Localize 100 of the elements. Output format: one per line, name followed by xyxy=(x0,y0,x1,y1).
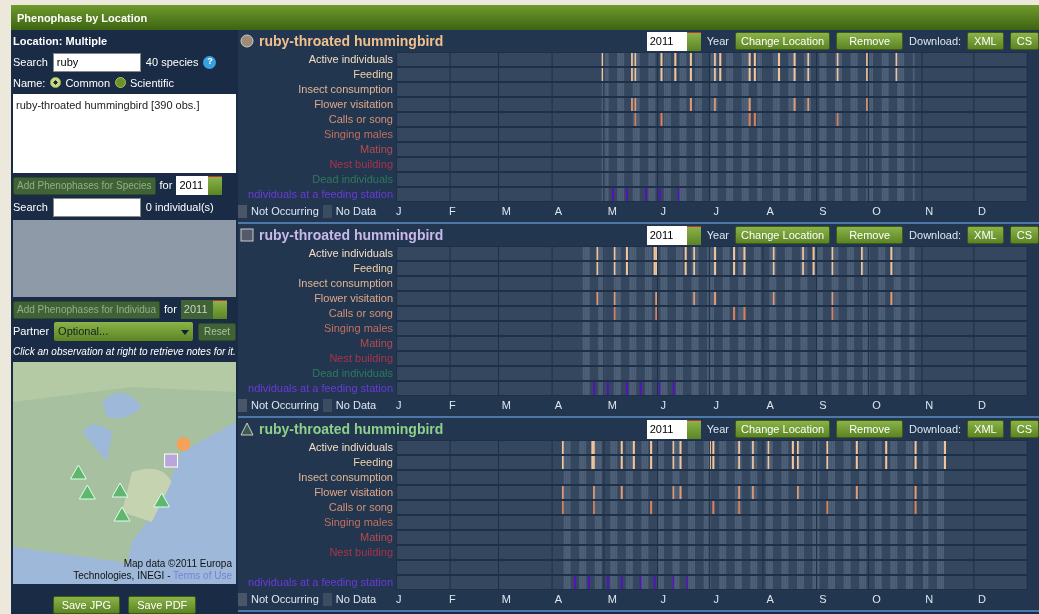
month-label: M xyxy=(501,204,511,217)
phenophase-label: Feeding xyxy=(353,262,393,274)
hint-text: Click an observation at right to retrieve notes for it. xyxy=(13,345,236,359)
search-field[interactable]: ruby xyxy=(52,52,141,72)
download-button[interactable]: CS xyxy=(1009,420,1039,438)
month-label: F xyxy=(448,204,456,217)
not-occurring-swatch xyxy=(238,592,247,606)
search-label: Search xyxy=(13,54,48,70)
not-occurring-swatch xyxy=(238,204,247,218)
species-title: ruby-throated hummingbird xyxy=(259,31,444,51)
list-item[interactable]: ruby-throated hummingbird [390 obs.] xyxy=(16,97,233,114)
year-label: Year xyxy=(706,227,729,243)
species-count: 40 species xyxy=(145,54,199,70)
year-label: Year xyxy=(706,33,729,49)
map-attribution: Map data ©2011 Europa xyxy=(122,558,232,570)
month-label: M xyxy=(501,398,511,411)
month-label: N xyxy=(925,592,934,605)
no-data-label: No Data xyxy=(335,203,377,219)
change-location-button[interactable]: Change Location xyxy=(734,226,831,244)
phenophase-label: Active individuals xyxy=(308,441,393,453)
phenophase-label: Calls or song xyxy=(328,501,393,513)
for-label: for xyxy=(159,178,173,194)
no-data-swatch xyxy=(322,592,332,606)
month-label: J xyxy=(396,398,402,411)
phenophase-label: ndividuals at a feeding station xyxy=(248,188,393,200)
month-label: O xyxy=(872,204,881,217)
not-occurring-label: Not Occurring xyxy=(251,397,319,413)
phenophase-label: Singing males xyxy=(323,322,393,334)
phenophase-label: Nest building xyxy=(329,352,393,364)
remove-button[interactable]: Remove xyxy=(836,226,904,244)
month-label: J xyxy=(713,204,719,217)
help-icon[interactable]: ? xyxy=(203,55,217,69)
phenophase-label: Nest building xyxy=(329,158,393,170)
phenophase-label: Feeding xyxy=(353,456,393,468)
no-data-swatch xyxy=(322,204,332,218)
circle-marker-icon xyxy=(240,34,254,48)
phenophase-label: Mating xyxy=(359,337,393,349)
month-label: J xyxy=(660,398,667,411)
square-marker-icon xyxy=(240,228,254,242)
month-label: A xyxy=(766,592,774,605)
month-label: M xyxy=(607,204,617,217)
month-label: J xyxy=(713,398,719,411)
month-label: F xyxy=(448,592,456,605)
location-label: Location: Multiple xyxy=(13,34,109,49)
search-field[interactable] xyxy=(52,198,141,217)
month-label: D xyxy=(978,592,987,605)
save-button[interactable]: Save PDF xyxy=(128,596,197,614)
name-label: Name: xyxy=(13,75,46,91)
change-location-button[interactable]: Change Location xyxy=(734,420,831,438)
phenophase-label: Feeding xyxy=(353,68,393,80)
species-list[interactable]: ruby-throated hummingbird [390 obs.] xyxy=(13,94,236,173)
change-location-button[interactable]: Change Location xyxy=(734,32,831,50)
window-title: Phenophase by Location xyxy=(11,5,1039,30)
month-label: M xyxy=(607,398,617,411)
download-button[interactable]: XML xyxy=(967,226,1004,244)
partner-select[interactable]: Optional... xyxy=(54,322,193,341)
individual-count: 0 individual(s) xyxy=(145,200,214,216)
not-occurring-label: Not Occurring xyxy=(251,203,319,219)
phenophase-label: ndividuals at a feeding station xyxy=(248,576,393,588)
phenophase-label: Singing males xyxy=(323,516,393,528)
for-label: for xyxy=(164,302,177,318)
phenophase-label: Mating xyxy=(359,143,393,155)
month-label: A xyxy=(554,592,563,605)
month-label: S xyxy=(819,592,827,605)
year-label: Year xyxy=(706,421,729,437)
no-data-swatch xyxy=(322,398,332,412)
phenophase-label: Dead individuals xyxy=(312,367,393,379)
phenophase-label: Mating xyxy=(359,531,393,543)
phenophase-label: Dead individuals xyxy=(312,173,393,185)
name-radio[interactable]: Scientific xyxy=(115,74,175,91)
phenophase-label: Insect consumption xyxy=(298,471,393,483)
remove-button[interactable]: Remove xyxy=(836,420,904,438)
download-label: Download: xyxy=(909,421,962,437)
month-label: D xyxy=(978,398,987,411)
partner-label: Partner xyxy=(13,324,50,340)
save-button[interactable]: Save JPG xyxy=(52,596,121,614)
name-radio[interactable]: Common xyxy=(50,74,111,91)
download-button[interactable]: XML xyxy=(967,32,1004,50)
month-label: S xyxy=(819,204,827,217)
month-label: J xyxy=(396,204,402,217)
phenophase-label: Nest building xyxy=(329,546,393,558)
species-title: ruby-throated hummingbird xyxy=(259,419,444,439)
species-title: ruby-throated hummingbird xyxy=(259,225,444,245)
month-label: A xyxy=(554,398,563,411)
map-attribution: Technologies, INEGI - xyxy=(73,570,172,581)
phenophase-label: Active individuals xyxy=(308,53,393,65)
month-label: A xyxy=(766,398,774,411)
month-label: J xyxy=(396,592,402,605)
month-label: A xyxy=(766,204,774,217)
month-label: J xyxy=(660,204,667,217)
month-label: D xyxy=(978,204,987,217)
phenophase-label: Insect consumption xyxy=(298,277,393,289)
month-label: F xyxy=(448,398,456,411)
month-label: A xyxy=(554,204,563,217)
download-button[interactable]: CS xyxy=(1009,226,1039,244)
download-button[interactable]: CS xyxy=(1009,32,1039,50)
remove-button[interactable]: Remove xyxy=(836,32,904,50)
download-label: Download: xyxy=(909,33,962,49)
download-button[interactable]: XML xyxy=(967,420,1004,438)
month-label: N xyxy=(925,204,934,217)
